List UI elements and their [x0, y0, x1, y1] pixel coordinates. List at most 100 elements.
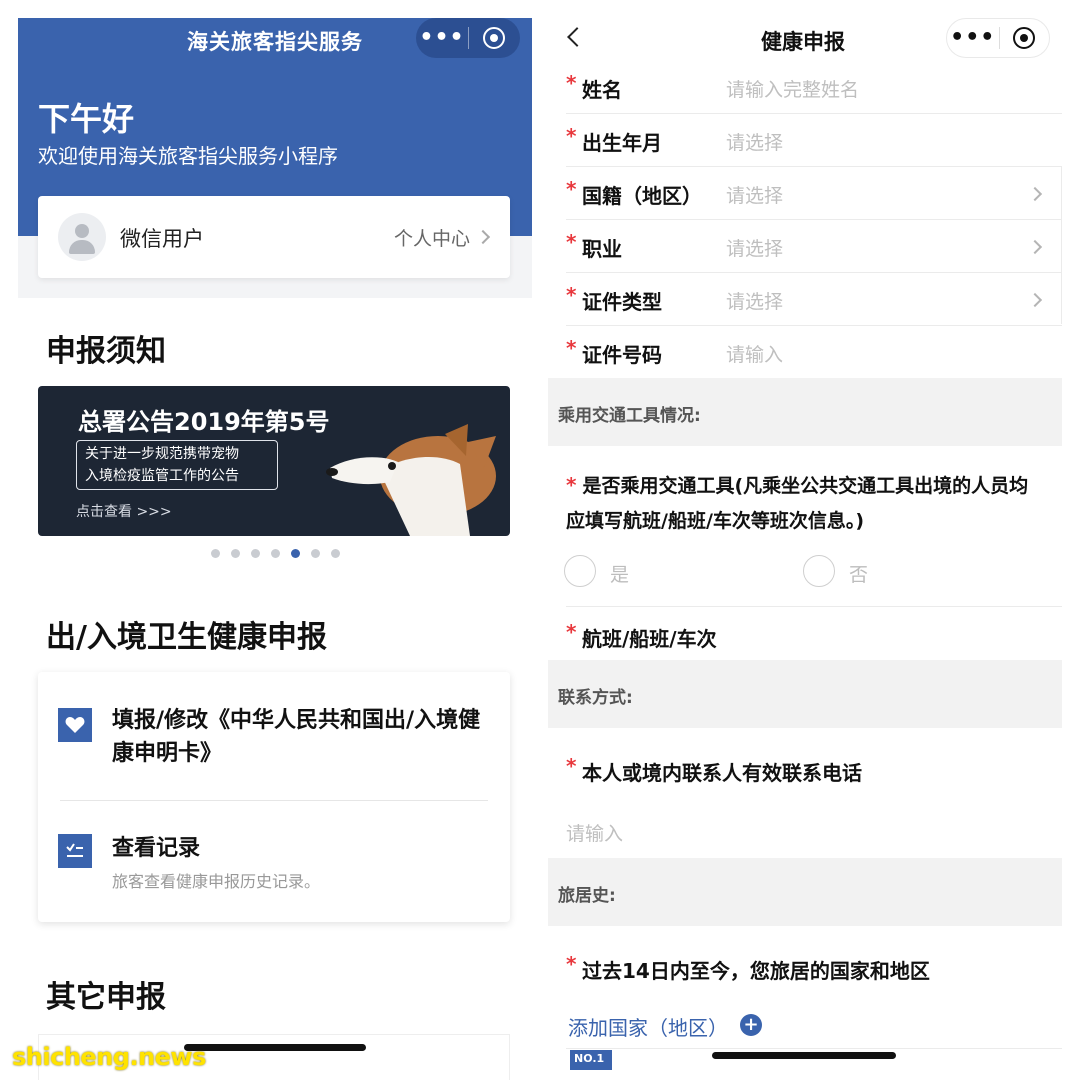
- name-input[interactable]: 请输入完整姓名: [726, 75, 859, 102]
- id-number-field[interactable]: * 证件号码 请输入: [566, 326, 1062, 379]
- home-indicator: [184, 1044, 366, 1051]
- home-indicator: [712, 1052, 896, 1059]
- other-section-title: 其它申报: [46, 980, 166, 1015]
- banner-title: 总署公告2019年第5号: [78, 408, 330, 436]
- field-label: 证件号码: [582, 343, 662, 367]
- field-label: 国籍（地区）: [582, 184, 702, 208]
- question-text: 是否乘用交通工具(凡乘坐公共交通工具出境的人员均应填写航班/船班/车次等班次信息…: [566, 475, 1029, 532]
- section-label: 乘用交通工具情况:: [558, 406, 701, 426]
- transport-question: * 是否乘用交通工具(凡乘坐公共交通工具出境的人员均应填写航班/船班/车次等班次信…: [566, 468, 1046, 539]
- health-section-title: 出/入境卫生健康申报: [46, 620, 327, 655]
- view-records-subtitle: 旅客查看健康申报历史记录。: [112, 872, 321, 891]
- user-card[interactable]: 微信用户 个人中心: [38, 196, 510, 278]
- id-type-field[interactable]: * 证件类型 请选择: [566, 273, 1062, 326]
- phone-field: * 本人或境内联系人有效联系电话: [566, 744, 1062, 797]
- required-asterisk: *: [566, 177, 577, 201]
- row-divider: [566, 606, 1062, 607]
- banner-subtitle-box: 关于进一步规范携带宠物 入境检疫监管工作的公告: [76, 440, 278, 490]
- view-records-title: 查看记录: [112, 836, 201, 861]
- name-field[interactable]: * 姓名 请输入完整姓名: [566, 61, 1062, 114]
- welcome-text: 欢迎使用海关旅客指尖服务小程序: [38, 144, 338, 168]
- nationality-field[interactable]: * 国籍（地区） 请选择: [566, 167, 1062, 220]
- required-asterisk: *: [566, 230, 577, 254]
- field-label: 过去14日内至今，您旅居的国家和地区: [582, 959, 930, 983]
- chevron-right-icon: [1027, 239, 1043, 255]
- chevron-right-icon: [1027, 186, 1043, 202]
- carousel-dot[interactable]: [210, 549, 220, 558]
- birth-date-picker[interactable]: 请选择: [726, 128, 783, 155]
- mini-program-capsule: •••: [416, 18, 520, 58]
- carousel-dot[interactable]: [310, 549, 320, 558]
- required-asterisk: *: [566, 952, 577, 976]
- id-number-input[interactable]: 请输入: [726, 340, 783, 367]
- section-label: 联系方式:: [558, 688, 633, 708]
- banner-line-2: 入境检疫监管工作的公告: [85, 468, 239, 484]
- mini-program-capsule: •••: [946, 18, 1050, 58]
- radio-yes-label: 是: [610, 564, 630, 586]
- chevron-right-icon: [1027, 292, 1043, 308]
- field-label: 本人或境内联系人有效联系电话: [582, 761, 862, 785]
- section-label: 旅居史:: [558, 886, 616, 906]
- transport-section-header: 乘用交通工具情况:: [548, 378, 1062, 446]
- required-asterisk: *: [566, 336, 577, 360]
- flight-number-field[interactable]: * 航班/船班/车次: [566, 610, 1062, 663]
- add-country-link[interactable]: 添加国家（地区）: [568, 1012, 728, 1041]
- watermark: shicheng.news: [12, 1043, 206, 1071]
- required-asterisk: *: [566, 124, 577, 148]
- avatar: [58, 213, 106, 261]
- health-declaration-screen: 健康申报 ••• * 姓名 请输入完整姓名 * 出生年月 请选择 * 国籍（地区…: [548, 18, 1062, 1080]
- row-divider: [566, 1048, 1062, 1049]
- carousel-dot[interactable]: [250, 549, 260, 558]
- nationality-picker[interactable]: 请选择: [726, 181, 783, 208]
- carousel-dot[interactable]: [230, 549, 240, 558]
- fill-health-card-item[interactable]: 填报/修改《中华人民共和国出/入境健康申明卡》: [38, 672, 510, 800]
- view-records-item[interactable]: 查看记录 旅客查看健康申报历史记录。: [38, 800, 510, 922]
- radio-no-label: 否: [849, 564, 869, 586]
- carousel-indicator: [18, 549, 532, 558]
- id-type-picker[interactable]: 请选择: [726, 287, 783, 314]
- screenshot-root: 海关旅客指尖服务 ••• 下午好 欢迎使用海关旅客指尖服务小程序 微信用户 个人…: [0, 0, 1080, 1080]
- home-screen: 海关旅客指尖服务 ••• 下午好 欢迎使用海关旅客指尖服务小程序 微信用户 个人…: [18, 18, 532, 1080]
- required-asterisk: *: [566, 71, 577, 95]
- radio-yes[interactable]: [564, 555, 596, 587]
- occupation-field[interactable]: * 职业 请选择: [566, 220, 1062, 273]
- chevron-right-icon: [475, 229, 491, 245]
- carousel-dot-active[interactable]: [290, 549, 300, 558]
- phone-input[interactable]: 请输入: [566, 819, 623, 846]
- required-asterisk: *: [566, 283, 577, 307]
- close-mini-program-icon[interactable]: [999, 27, 1049, 49]
- banner-line-1: 关于进一步规范携带宠物: [85, 446, 239, 462]
- health-declaration-card: 填报/修改《中华人民共和国出/入境健康申明卡》 查看记录 旅客查看健康申报历史记…: [38, 672, 510, 922]
- radio-no[interactable]: [803, 555, 835, 587]
- field-label: 职业: [582, 237, 622, 261]
- records-icon: [58, 834, 92, 868]
- heart-icon: [58, 708, 92, 742]
- more-icon[interactable]: •••: [416, 27, 468, 49]
- birth-date-field[interactable]: * 出生年月 请选择: [566, 114, 1062, 167]
- fill-health-card-title: 填报/修改《中华人民共和国出/入境健康申明卡》: [112, 708, 481, 766]
- greeting: 下午好: [38, 100, 135, 138]
- carousel-dot[interactable]: [270, 549, 280, 558]
- notice-section-title: 申报须知: [46, 334, 166, 369]
- required-asterisk: *: [566, 754, 577, 778]
- more-icon[interactable]: •••: [947, 27, 999, 49]
- field-label: 航班/船班/车次: [582, 627, 717, 651]
- add-icon[interactable]: +: [740, 1014, 762, 1036]
- travel-history-field: * 过去14日内至今，您旅居的国家和地区: [566, 942, 1062, 995]
- personal-center-link[interactable]: 个人中心: [394, 224, 470, 251]
- field-label: 出生年月: [582, 131, 662, 155]
- user-name: 微信用户: [120, 227, 204, 251]
- banner-view-link[interactable]: 点击查看 >>>: [76, 501, 172, 521]
- travel-history-section-header: 旅居史:: [548, 858, 1062, 926]
- occupation-picker[interactable]: 请选择: [726, 234, 783, 261]
- field-label: 证件类型: [582, 290, 662, 314]
- announcement-banner[interactable]: 总署公告2019年第5号 关于进一步规范携带宠物 入境检疫监管工作的公告 点击查…: [38, 386, 510, 536]
- contact-section-header: 联系方式:: [548, 660, 1062, 728]
- required-asterisk: *: [566, 620, 577, 644]
- required-asterisk: *: [566, 473, 577, 497]
- corgi-photo: [326, 424, 496, 536]
- close-mini-program-icon[interactable]: [469, 27, 519, 49]
- country-number-badge: NO.1: [570, 1050, 612, 1070]
- carousel-dot[interactable]: [330, 549, 340, 558]
- form-edge: [1061, 166, 1062, 324]
